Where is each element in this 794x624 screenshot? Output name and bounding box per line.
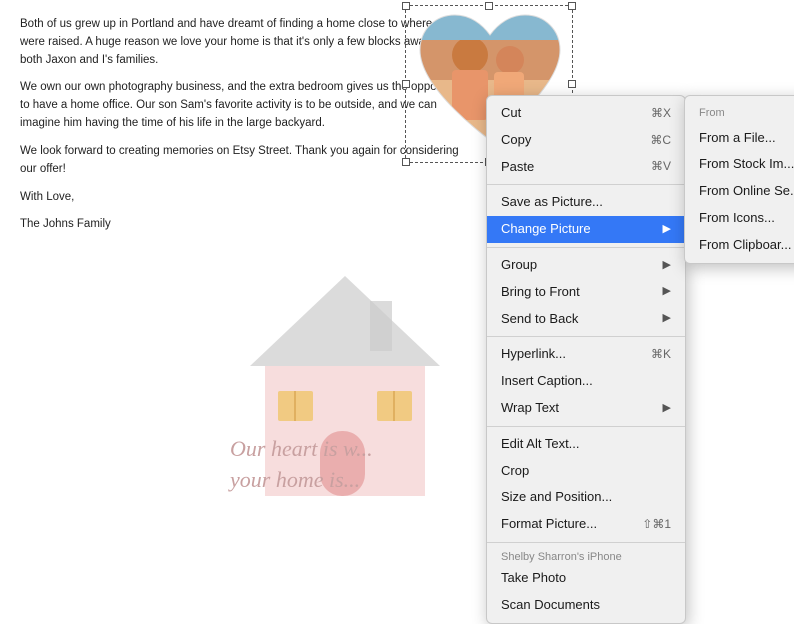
menu-label-edit-alt-text: Edit Alt Text... [501,434,580,455]
arrow-icon-group: ▶ [663,257,671,275]
handle-tl[interactable] [402,2,410,10]
submenu-label-from-clipboard: From Clipboar... [699,235,791,256]
separator-5 [487,542,685,543]
menu-item-take-photo[interactable]: Take Photo [487,565,685,592]
handle-tc[interactable] [485,2,493,10]
menu-label-size-position: Size and Position... [501,487,612,508]
paragraph-5: The Johns Family [20,216,470,234]
menu-item-copy[interactable]: Copy ⌘C [487,127,685,154]
menu-shortcut-cut: ⌘X [651,104,671,123]
submenu-item-from-online[interactable]: From Online Se... [685,178,794,205]
submenu-label-from-icons: From Icons... [699,208,775,229]
menu-shortcut-copy: ⌘C [650,131,671,150]
separator-4 [487,426,685,427]
menu-label-crop: Crop [501,461,529,482]
arrow-icon-bring-to-front: ▶ [663,283,671,301]
menu-label-paste: Paste [501,157,534,178]
italic-line-1: Our heart is w... [230,434,373,465]
submenu-item-from-icons[interactable]: From Icons... [685,205,794,232]
submenu-label-from-stock: From Stock Im... [699,154,794,175]
menu-shortcut-paste: ⌘V [651,157,671,176]
menu-item-send-to-back[interactable]: Send to Back ▶ [487,306,685,333]
menu-label-wrap-text: Wrap Text [501,398,559,419]
submenu-item-from-stock[interactable]: From Stock Im... [685,151,794,178]
menu-label-take-photo: Take Photo [501,568,566,589]
menu-label-insert-caption: Insert Caption... [501,371,593,392]
italic-line-2: your home is... [230,465,373,496]
menu-label-send-to-back: Send to Back [501,309,578,330]
menu-item-edit-alt-text[interactable]: Edit Alt Text... [487,431,685,458]
separator-2 [487,247,685,248]
device-section-label: Shelby Sharron's iPhone [487,547,685,565]
context-menu: Cut ⌘X Copy ⌘C Paste ⌘V Save as Picture.… [486,95,686,624]
menu-item-bring-to-front[interactable]: Bring to Front ▶ [487,279,685,306]
menu-item-save-as-picture[interactable]: Save as Picture... [487,189,685,216]
menu-label-cut: Cut [501,103,521,124]
handle-bl[interactable] [402,158,410,166]
submenu-from-label: From [685,100,794,125]
menu-item-paste[interactable]: Paste ⌘V [487,154,685,181]
submenu-change-picture: From From a File... From Stock Im... Fro… [684,95,794,264]
menu-label-format-picture: Format Picture... [501,514,597,535]
menu-item-crop[interactable]: Crop [487,458,685,485]
handle-tr[interactable] [568,2,576,10]
submenu-label-from-file: From a File... [699,128,776,149]
submenu-label-from-online: From Online Se... [699,181,794,202]
arrow-icon-send-to-back: ▶ [663,310,671,328]
menu-shortcut-format-picture: ⇧⌘1 [642,515,671,534]
menu-label-scan-documents: Scan Documents [501,595,600,616]
menu-label-change-picture: Change Picture [501,219,591,240]
menu-item-group[interactable]: Group ▶ [487,252,685,279]
submenu-item-from-file[interactable]: From a File... [685,125,794,152]
menu-label-hyperlink: Hyperlink... [501,344,566,365]
handle-ml[interactable] [402,80,410,88]
menu-item-cut[interactable]: Cut ⌘X [487,100,685,127]
menu-item-wrap-text[interactable]: Wrap Text ▶ [487,395,685,422]
separator-3 [487,336,685,337]
menu-item-hyperlink[interactable]: Hyperlink... ⌘K [487,341,685,368]
menu-item-insert-caption[interactable]: Insert Caption... [487,368,685,395]
menu-shortcut-hyperlink: ⌘K [651,345,671,364]
menu-label-save-as-picture: Save as Picture... [501,192,603,213]
menu-label-copy: Copy [501,130,531,151]
menu-item-size-position[interactable]: Size and Position... [487,484,685,511]
arrow-icon-wrap-text: ▶ [663,400,671,418]
menu-label-bring-to-front: Bring to Front [501,282,580,303]
menu-item-format-picture[interactable]: Format Picture... ⇧⌘1 [487,511,685,538]
italic-text: Our heart is w... your home is... [230,434,373,496]
menu-item-scan-documents[interactable]: Scan Documents [487,592,685,619]
separator-1 [487,184,685,185]
submenu-item-from-clipboard[interactable]: From Clipboar... [685,232,794,259]
menu-item-change-picture[interactable]: Change Picture ▶ [487,216,685,243]
arrow-icon-change-picture: ▶ [663,221,671,239]
menu-label-group: Group [501,255,537,276]
